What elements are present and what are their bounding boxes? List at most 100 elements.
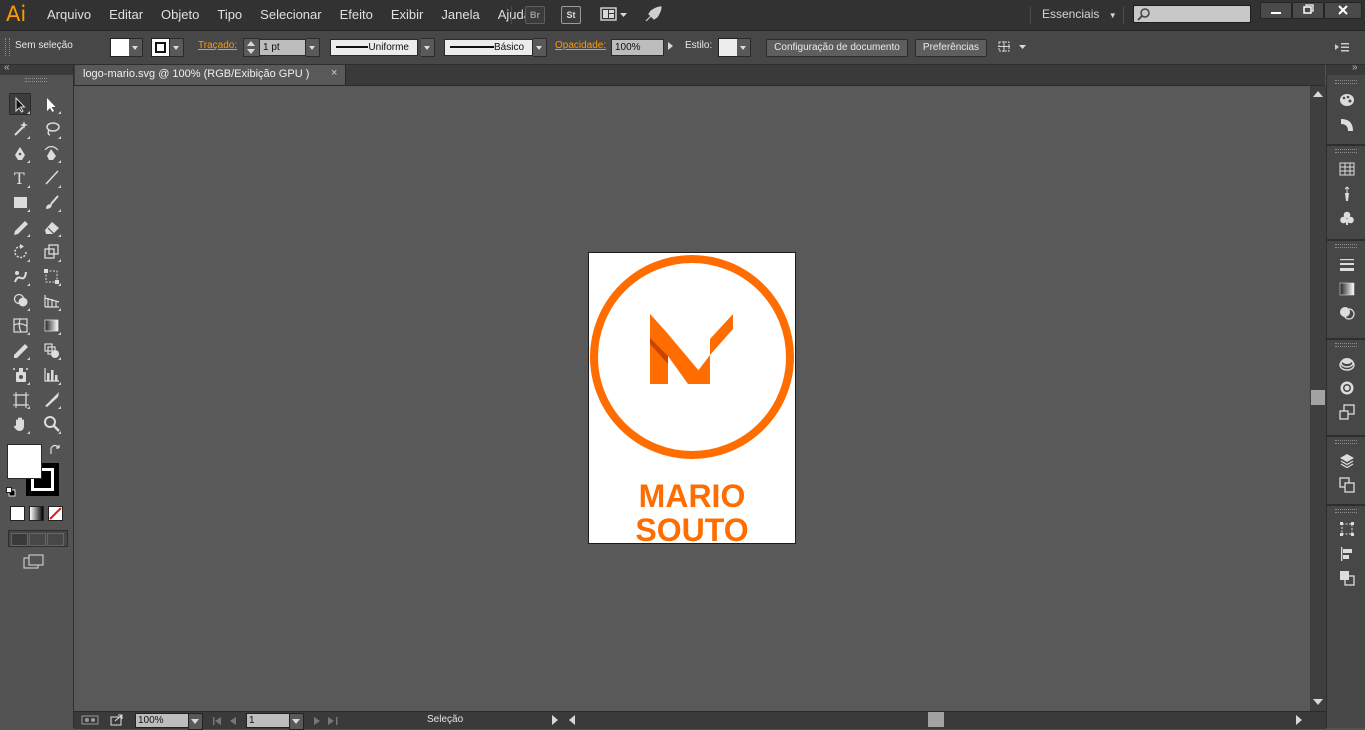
- artboard-dropdown[interactable]: [289, 713, 304, 730]
- stroke-panel[interactable]: [1335, 253, 1359, 275]
- scroll-down-icon[interactable]: [1313, 699, 1323, 705]
- symbol-sprayer-tool[interactable]: [9, 364, 31, 386]
- line-segment-tool[interactable]: [40, 167, 62, 189]
- color-mode-button[interactable]: [10, 506, 25, 521]
- gradient-panel[interactable]: [1335, 278, 1359, 300]
- magic-wand-tool[interactable]: [9, 118, 31, 140]
- shape-builder-tool[interactable]: [9, 290, 31, 312]
- free-transform-tool[interactable]: [40, 265, 62, 287]
- gradient-tool[interactable]: [40, 314, 62, 336]
- artboards-panel[interactable]: [1335, 474, 1359, 496]
- arrange-documents-button[interactable]: [600, 7, 630, 23]
- zoom-field[interactable]: 100%: [135, 713, 191, 728]
- default-colors-button[interactable]: [6, 486, 16, 497]
- first-prev-artboard[interactable]: [212, 715, 242, 725]
- scroll-left-icon[interactable]: [569, 715, 575, 725]
- draw-inside-button[interactable]: [47, 533, 64, 546]
- slice-tool[interactable]: [40, 388, 62, 410]
- artboard[interactable]: MARIO SOUTO: [588, 252, 796, 548]
- layers-panel[interactable]: [1335, 449, 1359, 471]
- logo-artwork[interactable]: MARIO SOUTO: [589, 253, 795, 548]
- tools-panel-header[interactable]: «: [0, 62, 73, 75]
- menu-exibir[interactable]: Exibir: [382, 7, 433, 22]
- scroll-right-icon[interactable]: [1296, 715, 1302, 725]
- artboard-number-field[interactable]: 1: [246, 713, 292, 728]
- horizontal-scroll-thumb[interactable]: [928, 712, 944, 727]
- draw-behind-button[interactable]: [29, 533, 46, 546]
- direct-selection-tool[interactable]: [40, 93, 62, 115]
- menu-tipo[interactable]: Tipo: [208, 7, 251, 22]
- menu-selecionar[interactable]: Selecionar: [251, 7, 330, 22]
- artboard-tool[interactable]: [9, 388, 31, 410]
- fill-swatch[interactable]: [110, 38, 130, 57]
- preferences-button[interactable]: Preferências: [915, 39, 987, 57]
- change-screen-mode-button[interactable]: [23, 554, 47, 570]
- swap-colors-button[interactable]: [49, 444, 61, 456]
- panel-group-grip[interactable]: [1335, 343, 1357, 347]
- transform-panel[interactable]: [1335, 518, 1359, 540]
- panel-group-grip[interactable]: [1335, 244, 1357, 248]
- share-button[interactable]: [110, 713, 124, 726]
- vertical-scroll-thumb[interactable]: [1311, 390, 1325, 405]
- workspace-switcher[interactable]: Essenciais ▼: [1042, 7, 1117, 21]
- brushes-panel[interactable]: [1335, 183, 1359, 205]
- none-mode-button[interactable]: [48, 506, 63, 521]
- profile-dropdown[interactable]: [421, 38, 435, 57]
- paintbrush-tool[interactable]: [40, 191, 62, 213]
- warp-tool[interactable]: [9, 265, 31, 287]
- fill-dropdown[interactable]: [129, 38, 143, 57]
- gpu-performance-button[interactable]: [643, 5, 663, 25]
- stock-button[interactable]: St: [561, 6, 581, 24]
- panel-group-grip[interactable]: [1335, 149, 1357, 153]
- curvature-tool[interactable]: [40, 142, 62, 164]
- lasso-tool[interactable]: [40, 118, 62, 140]
- search-input[interactable]: [1133, 5, 1251, 23]
- close-window-button[interactable]: [1324, 2, 1362, 19]
- scale-tool[interactable]: [40, 241, 62, 263]
- control-bar-grip[interactable]: [5, 38, 10, 56]
- restore-button[interactable]: [1292, 2, 1324, 19]
- draw-normal-button[interactable]: [11, 533, 28, 546]
- document-tab[interactable]: logo-mario.svg @ 100% (RGB/Exibição GPU …: [75, 65, 346, 85]
- graphic-styles-panel[interactable]: [1335, 377, 1359, 399]
- panel-dock-header[interactable]: »: [1326, 62, 1365, 75]
- document-setup-button[interactable]: Configuração de documento: [766, 39, 908, 57]
- swatches-panel[interactable]: [1335, 158, 1359, 180]
- zoom-dropdown[interactable]: [188, 713, 203, 730]
- column-graph-tool[interactable]: [40, 364, 62, 386]
- selection-tool[interactable]: [9, 93, 31, 115]
- status-menu-icon[interactable]: [552, 715, 558, 725]
- next-last-artboard[interactable]: [310, 715, 340, 725]
- stroke-swatch[interactable]: [151, 38, 170, 57]
- color-guide-panel[interactable]: [1335, 114, 1359, 136]
- rotate-tool[interactable]: [9, 241, 31, 263]
- bridge-button[interactable]: Br: [525, 6, 545, 24]
- gpu-status-icon[interactable]: [81, 714, 99, 726]
- pathfinder-panel[interactable]: [1335, 567, 1359, 589]
- brush-definition[interactable]: Básico: [444, 39, 533, 56]
- panel-group-grip[interactable]: [1335, 80, 1357, 84]
- gradient-mode-button[interactable]: [29, 506, 44, 521]
- stroke-weight-dropdown[interactable]: [306, 38, 320, 57]
- scroll-up-icon[interactable]: [1313, 91, 1323, 97]
- blend-tool[interactable]: [40, 339, 62, 361]
- panel-group-grip[interactable]: [1335, 509, 1357, 513]
- control-bar-menu-button[interactable]: [1334, 40, 1350, 54]
- menu-arquivo[interactable]: Arquivo: [38, 7, 100, 22]
- close-tab-icon[interactable]: ×: [331, 67, 337, 79]
- opacity-field[interactable]: 100%: [611, 39, 664, 56]
- menu-editar[interactable]: Editar: [100, 7, 152, 22]
- zoom-tool[interactable]: [40, 413, 62, 435]
- tools-panel-grip[interactable]: [25, 78, 47, 82]
- color-panel[interactable]: [1335, 89, 1359, 111]
- transparency-panel[interactable]: [1335, 302, 1359, 324]
- stroke-label[interactable]: Traçado:: [198, 40, 237, 51]
- rectangle-tool[interactable]: [9, 191, 31, 213]
- align-panel[interactable]: [1335, 543, 1359, 565]
- menu-efeito[interactable]: Efeito: [331, 7, 382, 22]
- menu-janela[interactable]: Janela: [432, 7, 488, 22]
- panel-group-grip[interactable]: [1335, 440, 1357, 444]
- pen-tool[interactable]: [9, 142, 31, 164]
- arrange-objects-button[interactable]: [996, 39, 1030, 55]
- graphic-style-swatch[interactable]: [718, 38, 738, 57]
